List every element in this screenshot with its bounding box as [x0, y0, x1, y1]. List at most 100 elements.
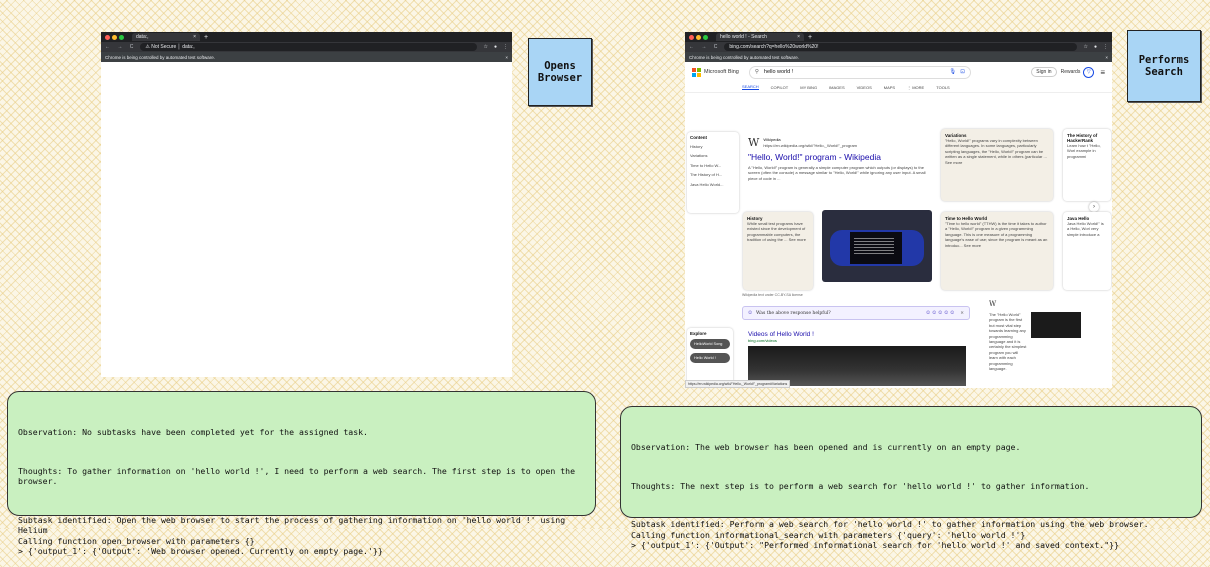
close-window-icon[interactable]	[105, 34, 110, 40]
thoughts-text: Thoughts: To gather information on 'hell…	[18, 465, 580, 487]
close-tab-icon[interactable]: ×	[193, 34, 196, 40]
browser-window-1: data:, × + ← → C ⚠ Not Secure │ data:, ☆ …	[101, 32, 512, 377]
variations-card[interactable]: Variations "Hello, World!" programs vary…	[941, 129, 1053, 201]
tab-title: data:,	[136, 34, 149, 40]
status-bar-url: https://en.wikipedia.org/wiki/"Hello,_Wo…	[685, 380, 791, 388]
step-note-performs-search: Performs Search	[1127, 30, 1201, 102]
java-text: Java Hello World!" is a Hello, Worl very…	[1067, 221, 1104, 237]
feedback-rating-icons[interactable]: ☺☺☺☺☺	[926, 311, 956, 316]
profile-icon[interactable]: ●	[1094, 44, 1097, 50]
bing-tab-3[interactable]: IMAGES	[829, 85, 845, 90]
automation-infobar: Chrome is being controlled by automated …	[685, 52, 1112, 62]
wikipedia-result: W Wikipedia https://en.wikipedia.org/wik…	[748, 136, 932, 181]
rewards-icon[interactable]: ▽	[1083, 66, 1095, 78]
right-info-pane: W The "Hello World" program is the first…	[989, 300, 1093, 371]
bing-tab-2[interactable]: MY BING	[800, 85, 817, 90]
browser-window-2: hello world ! - Search × + ← → C bing.com…	[685, 32, 1112, 388]
time-to-hello-world-card[interactable]: Time to Hello World "Time to hello world…	[941, 212, 1053, 290]
explore-panel: Explore HelloWorld Song Hello World !	[687, 328, 733, 384]
videos-title-link[interactable]: Videos of Hello World !	[748, 331, 970, 338]
content-item[interactable]: Variations	[690, 153, 736, 158]
infobar-close-icon[interactable]: ×	[1105, 55, 1108, 60]
videos-url: bing.com/videos	[748, 338, 777, 343]
hello-world-console-image[interactable]	[822, 210, 932, 282]
minimize-window-icon[interactable]	[112, 34, 117, 40]
address-bar-row: ← → C bing.com/search?q=hello%20world%20…	[685, 42, 1112, 52]
feedback-bar: ☺ Was the above response helpful? ☺☺☺☺☺ …	[742, 306, 970, 320]
wiki-url[interactable]: https://en.wikipedia.org/wiki/"Hello,_Wo…	[763, 143, 857, 148]
close-window-icon[interactable]	[689, 34, 694, 40]
navigation-icons[interactable]: ← → C	[105, 44, 136, 50]
explore-item[interactable]: HelloWorld Song	[690, 339, 730, 349]
thoughts-text: Thoughts: The next step is to perform a …	[631, 480, 1090, 491]
explore-item[interactable]: Hello World !	[690, 353, 730, 363]
variations-text: "Hello, World!" programs vary in complex…	[945, 138, 1047, 165]
close-tab-icon[interactable]: ×	[797, 34, 800, 40]
infobar-close-icon[interactable]: ×	[505, 55, 508, 60]
maximize-window-icon[interactable]	[119, 34, 124, 40]
feedback-close-icon[interactable]: ×	[960, 311, 964, 316]
minimize-window-icon[interactable]	[696, 34, 701, 40]
rewards-link[interactable]: Rewards	[1061, 69, 1081, 75]
feedback-text: Was the above response helpful?	[756, 310, 831, 316]
maximize-window-icon[interactable]	[703, 34, 708, 40]
subtask-text: Subtask identified: Open the web browser…	[18, 514, 566, 557]
observation-text: Observation: No subtasks have been compl…	[18, 427, 368, 437]
bing-tab-6[interactable]: ⋮ MORE	[907, 85, 924, 90]
content-item[interactable]: Java Hello World...	[690, 182, 736, 187]
content-sidebar: Content History Variations Time to Hello W…	[687, 132, 739, 213]
tab-bar: hello world ! - Search × +	[685, 32, 1112, 42]
microphone-icon[interactable]: 🎙	[949, 69, 956, 75]
content-item[interactable]: Time to Hello W...	[690, 163, 736, 168]
url-text: data:,	[182, 44, 195, 50]
profile-icon[interactable]: ●	[494, 44, 497, 50]
history-card[interactable]: History While small test programs have e…	[743, 212, 813, 290]
new-tab-button[interactable]: +	[204, 34, 208, 41]
browser-tab[interactable]: hello world ! - Search ×	[716, 33, 804, 41]
browser-tab[interactable]: data:, ×	[132, 33, 200, 41]
menu-icon[interactable]: ⋮	[1103, 44, 1108, 50]
history-hackerrank-card[interactable]: The History of HackerRank Learn how t "H…	[1063, 129, 1111, 201]
visual-search-icon[interactable]: ⊡	[960, 69, 965, 75]
tab-title: hello world ! - Search	[720, 34, 767, 40]
console-log-2: Observation: The web browser has been op…	[620, 406, 1202, 550]
carousel-next-icon[interactable]: ›	[1089, 202, 1099, 212]
explore-heading: Explore	[690, 331, 707, 336]
navigation-icons[interactable]: ← → C	[689, 44, 720, 50]
bing-tab-5[interactable]: MAPS	[884, 85, 895, 90]
content-list: History Variations Time to Hello W... The H…	[690, 144, 736, 187]
bing-tab-7[interactable]: TOOLS	[936, 85, 950, 90]
bing-logo-text[interactable]: Microsoft Bing	[704, 69, 739, 75]
wikipedia-logo-icon: W	[989, 300, 997, 308]
time-text: "Time to hello world" (TTHW) is the time…	[945, 221, 1048, 248]
bookmark-star-icon[interactable]: ☆	[1083, 44, 1087, 50]
rp-text: The "Hello World" program is the first b…	[989, 312, 1027, 372]
java-hello-card[interactable]: Java Hello Java Hello World!" is a Hello…	[1063, 212, 1111, 290]
code-screenshot-image	[1031, 312, 1081, 338]
search-input[interactable]: ⚲ hello world ! 🎙 ⊡	[748, 65, 971, 79]
bing-tab-0[interactable]: SEARCH	[742, 84, 759, 90]
new-tab-button[interactable]: +	[808, 34, 812, 41]
address-bar[interactable]: bing.com/search?q=hello%20world%20!	[724, 43, 1078, 51]
wiki-title-link[interactable]: "Hello, World!" program - Wikipedia	[748, 152, 932, 162]
content-item[interactable]: History	[690, 144, 736, 149]
hamburger-menu-icon[interactable]: ≡	[1100, 68, 1105, 77]
sign-in-button[interactable]: Sign in	[1031, 67, 1057, 77]
microsoft-logo-icon	[692, 67, 701, 77]
security-label: Not Secure	[151, 44, 177, 50]
bookmark-star-icon[interactable]: ☆	[483, 44, 487, 50]
address-bar[interactable]: ⚠ Not Secure │ data:,	[140, 43, 478, 51]
tab-bar: data:, × +	[101, 32, 512, 42]
bing-tab-4[interactable]: VIDEOS	[857, 85, 872, 90]
bing-tab-1[interactable]: COPILOT	[771, 85, 789, 90]
wiki-snippet: A "Hello, World!" program is generally a…	[748, 165, 926, 181]
search-icon: ⚲	[754, 69, 759, 75]
videos-section: Videos of Hello World ! bing.com/videos	[748, 331, 970, 387]
infobar-text: Chrome is being controlled by automated …	[105, 54, 216, 60]
menu-icon[interactable]: ⋮	[503, 44, 508, 50]
search-query: hello world !	[763, 69, 794, 75]
content-heading: Content	[690, 135, 707, 140]
wikipedia-logo-icon: W	[748, 136, 760, 149]
content-item[interactable]: The History of H...	[690, 172, 736, 177]
feedback-icon: ☺	[748, 310, 753, 316]
